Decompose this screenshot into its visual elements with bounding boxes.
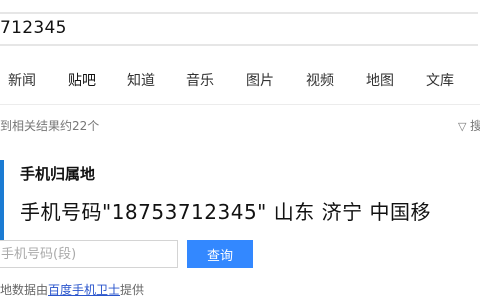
tab-zhidao[interactable]: 知道 [127,70,155,90]
tab-map[interactable]: 地图 [366,70,394,90]
tab-wenku[interactable]: 文库 [426,70,454,90]
card-accent-bar [0,160,4,242]
tab-video[interactable]: 视频 [306,70,334,90]
phone-number-input[interactable] [0,240,178,268]
results-bar: 到相关结果约22个 ▽ 搜 [0,105,480,145]
search-bar: 712345 [0,0,480,48]
card-title[interactable]: 手机归属地 [20,163,95,184]
search-tools[interactable]: ▽ 搜 [458,117,480,134]
results-count: 到相关结果约22个 [0,119,100,133]
source-prefix: 地数据由 [0,283,49,297]
card-headline: 手机号码"18753712345" 山东 济宁 中国移 [20,200,431,224]
tab-music[interactable]: 音乐 [186,70,214,90]
source-suffix: 提供 [120,283,145,297]
query-button[interactable]: 查询 [187,240,253,268]
search-tools-label: 搜 [470,119,480,133]
tab-tieba[interactable]: 贴吧 [68,70,96,90]
search-box[interactable] [0,12,478,46]
search-input[interactable]: 712345 [0,18,67,38]
tab-news[interactable]: 新闻 [8,70,36,90]
tab-images[interactable]: 图片 [246,70,274,90]
search-nav: 新闻 贴吧 知道 音乐 图片 视频 地图 文库 [0,58,480,102]
source-link[interactable]: 百度手机卫士 [48,283,120,297]
funnel-icon: ▽ [458,120,467,133]
data-source-line: 地数据由百度手机卫士提供 [0,281,144,298]
